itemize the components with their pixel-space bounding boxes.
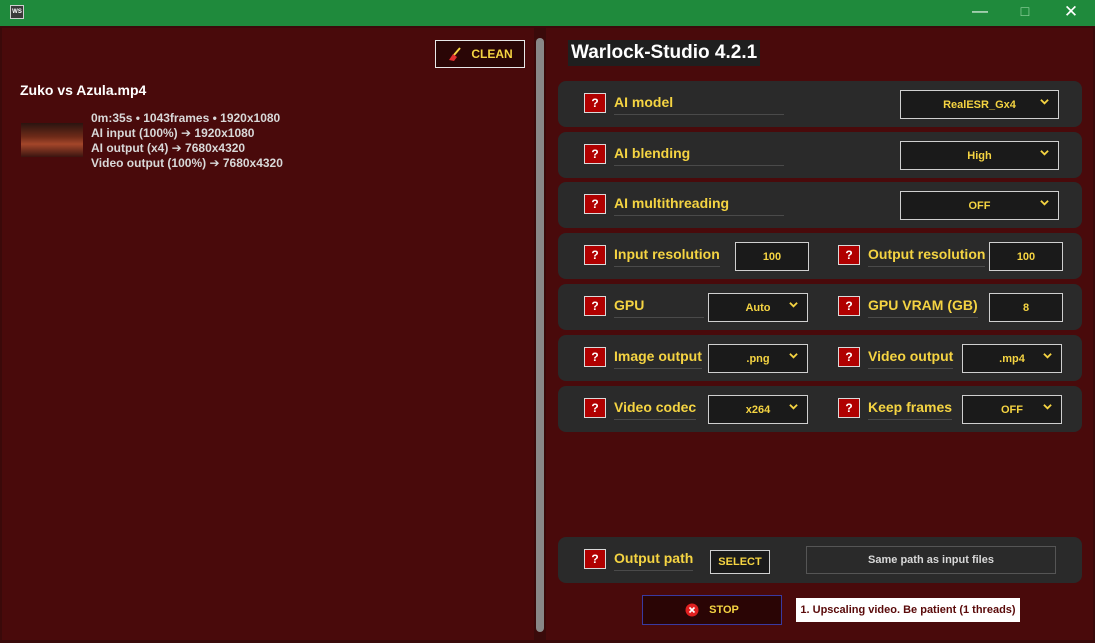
- chevron-down-icon: [789, 404, 798, 410]
- app-title: Warlock-Studio 4.2.1: [568, 40, 761, 66]
- resolution-row: ? Input resolution 100 ? Output resoluti…: [558, 233, 1082, 279]
- video-codec-help-button[interactable]: ?: [584, 398, 606, 418]
- ai-blending-dropdown[interactable]: High: [900, 141, 1059, 170]
- keep-frames-label: Keep frames: [868, 399, 953, 420]
- video-codec-value: x264: [745, 403, 771, 416]
- close-button[interactable]: ✕: [1048, 0, 1094, 26]
- chevron-down-icon: [1040, 200, 1049, 206]
- gpu-dropdown[interactable]: Auto: [708, 293, 808, 322]
- ai-blending-help-button[interactable]: ?: [584, 144, 606, 164]
- video-output-dropdown[interactable]: .mp4: [962, 344, 1062, 373]
- file-info-ai-output: AI output (x4) ➔ 7680x4320: [91, 141, 246, 155]
- ai-model-row: ? AI model RealESR_Gx4: [558, 81, 1082, 127]
- keep-frames-help-button[interactable]: ?: [838, 398, 860, 418]
- chevron-down-icon: [1040, 99, 1049, 105]
- output-resolution-field[interactable]: 100: [989, 242, 1063, 271]
- file-info-video-output: Video output (100%) ➔ 7680x4320: [91, 156, 283, 170]
- keep-frames-dropdown[interactable]: OFF: [962, 395, 1062, 424]
- minimize-button[interactable]: —: [957, 0, 1003, 26]
- output-format-row: ? Image output .png ? Video output .mp4: [558, 335, 1082, 381]
- panel-scrollbar[interactable]: [536, 38, 544, 632]
- gpu-value: Auto: [745, 301, 771, 314]
- clean-button[interactable]: CLEAN: [435, 40, 525, 68]
- file-info-ai-input: AI input (100%) ➔ 1920x1080: [91, 126, 255, 140]
- ai-multithreading-label: AI multithreading: [614, 195, 784, 216]
- image-output-help-button[interactable]: ?: [584, 347, 606, 367]
- gpu-vram-label: GPU VRAM (GB): [868, 297, 978, 318]
- gpu-vram-field[interactable]: 8: [989, 293, 1063, 322]
- file-info-duration: 0m:35s • 1043frames • 1920x1080: [91, 111, 281, 125]
- ai-multithreading-value: OFF: [968, 199, 991, 212]
- ai-model-label: AI model: [614, 94, 784, 115]
- image-output-value: .png: [746, 352, 770, 365]
- output-resolution-label: Output resolution: [868, 246, 986, 267]
- file-list-panel: CLEAN Zuko vs Azula.mp4 0m:35s • 1043fra…: [2, 28, 534, 640]
- output-path-label: Output path: [614, 550, 694, 571]
- title-bar: WS — ☐ ✕: [0, 0, 1095, 26]
- ai-blending-row: ? AI blending High: [558, 132, 1082, 178]
- chevron-down-icon: [789, 353, 798, 359]
- stop-label: STOP: [709, 604, 739, 616]
- ai-multithreading-dropdown[interactable]: OFF: [900, 191, 1059, 220]
- file-thumbnail: [21, 123, 83, 157]
- ai-multithreading-row: ? AI multithreading OFF: [558, 182, 1082, 228]
- file-name: Zuko vs Azula.mp4: [20, 82, 147, 98]
- video-codec-label: Video codec: [614, 399, 697, 420]
- video-output-value: .mp4: [999, 352, 1025, 365]
- gpu-label: GPU: [614, 297, 704, 318]
- codec-row: ? Video codec x264 ? Keep frames OFF: [558, 386, 1082, 432]
- maximize-button[interactable]: ☐: [1002, 0, 1048, 26]
- output-path-help-button[interactable]: ?: [584, 549, 606, 569]
- output-path-display: Same path as input files: [806, 546, 1056, 574]
- app-icon: WS: [10, 5, 24, 19]
- input-resolution-field[interactable]: 100: [735, 242, 809, 271]
- gpu-vram-help-button[interactable]: ?: [838, 296, 860, 316]
- ai-blending-label: AI blending: [614, 145, 784, 166]
- select-output-path-button[interactable]: SELECT: [710, 550, 770, 574]
- broom-icon: [449, 47, 462, 61]
- keep-frames-value: OFF: [1001, 403, 1023, 416]
- output-resolution-help-button[interactable]: ?: [838, 245, 860, 265]
- video-output-label: Video output: [868, 348, 954, 369]
- ai-multithreading-help-button[interactable]: ?: [584, 194, 606, 214]
- video-codec-dropdown[interactable]: x264: [708, 395, 808, 424]
- ai-model-help-button[interactable]: ?: [584, 93, 606, 113]
- image-output-label: Image output: [614, 348, 702, 369]
- chevron-down-icon: [1040, 150, 1049, 156]
- file-info: 0m:35s • 1043frames • 1920x1080 AI input…: [91, 111, 283, 171]
- chevron-down-icon: [1043, 404, 1052, 410]
- input-resolution-help-button[interactable]: ?: [584, 245, 606, 265]
- ai-blending-value: High: [967, 149, 992, 162]
- stop-button[interactable]: STOP: [642, 595, 782, 625]
- video-output-help-button[interactable]: ?: [838, 347, 860, 367]
- chevron-down-icon: [1043, 353, 1052, 359]
- image-output-dropdown[interactable]: .png: [708, 344, 808, 373]
- status-message: 1. Upscaling video. Be patient (1 thread…: [796, 598, 1020, 622]
- ai-model-value: RealESR_Gx4: [943, 98, 1016, 111]
- gpu-row: ? GPU Auto ? GPU VRAM (GB) 8: [558, 284, 1082, 330]
- chevron-down-icon: [789, 302, 798, 308]
- gpu-help-button[interactable]: ?: [584, 296, 606, 316]
- clean-label: CLEAN: [471, 47, 513, 61]
- ai-model-dropdown[interactable]: RealESR_Gx4: [900, 90, 1059, 119]
- stop-icon: [685, 603, 699, 617]
- input-resolution-label: Input resolution: [614, 246, 720, 267]
- settings-panel: Warlock-Studio 4.2.1 ? AI model RealESR_…: [546, 28, 1093, 640]
- output-path-row: ? Output path SELECT Same path as input …: [558, 537, 1082, 583]
